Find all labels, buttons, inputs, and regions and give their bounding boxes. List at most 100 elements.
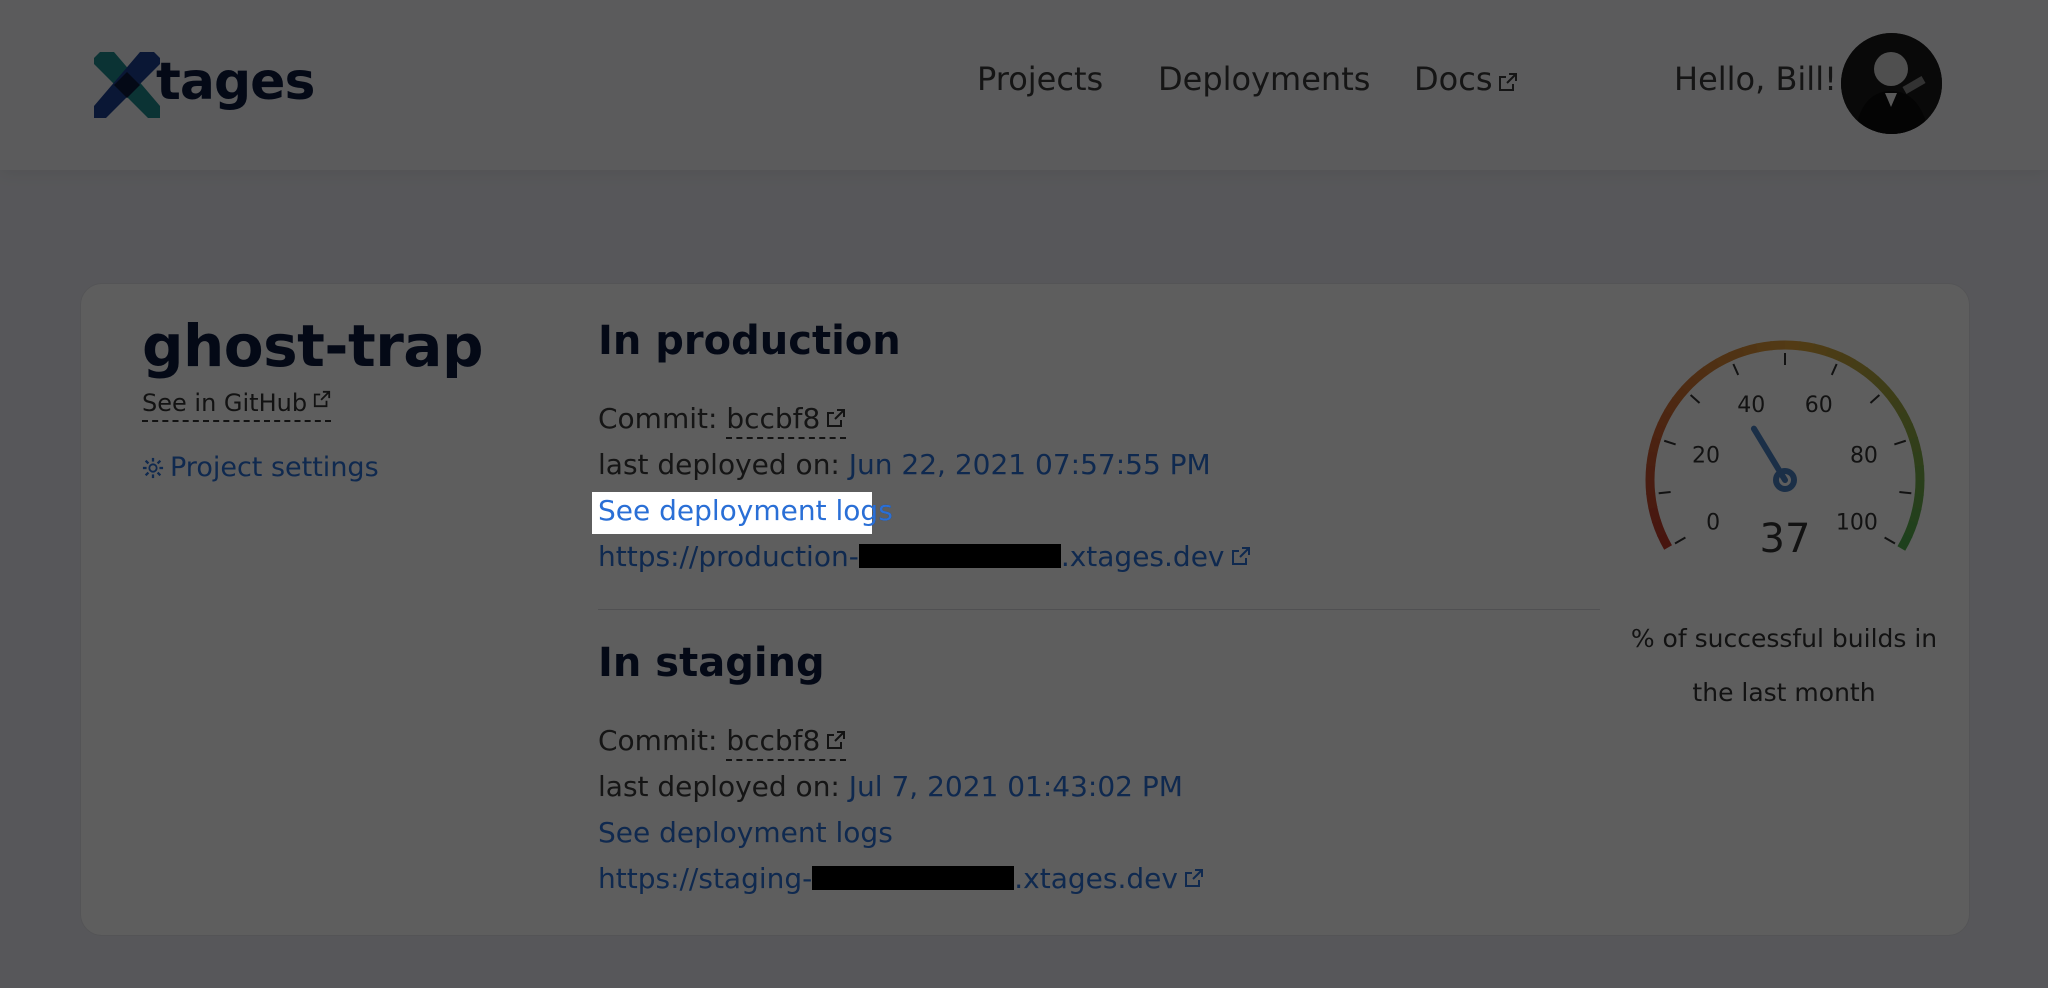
gauge-arc-segment xyxy=(1755,341,1773,353)
avatar-photo xyxy=(1841,33,1942,134)
xtages-logo[interactable]: tages xyxy=(92,48,315,122)
gauge-arc-segment xyxy=(1904,423,1919,441)
gauge-arc-segment xyxy=(1657,409,1673,427)
gauge-tick xyxy=(1663,439,1676,446)
gauge-tick xyxy=(1689,394,1701,404)
gauge-tick-label: 80 xyxy=(1850,443,1878,468)
gauge-tick xyxy=(1658,491,1671,495)
staging-title: In staging xyxy=(598,640,825,686)
gauge-arc-segment xyxy=(1648,505,1661,524)
highlighted-logs-link[interactable]: See deployment logs xyxy=(592,492,893,534)
external-link-icon xyxy=(313,390,331,408)
gauge-arc-segment xyxy=(1838,352,1856,368)
redacted-block xyxy=(858,544,1061,568)
gauge-arc-segment xyxy=(1652,422,1667,440)
external-link-icon xyxy=(1184,869,1203,887)
production-deployed-date: Jun 22, 2021 07:57:55 PM xyxy=(848,448,1211,481)
production-deployed-row: last deployed on: Jun 22, 2021 07:57:55 … xyxy=(598,448,1211,481)
gauge-arc-segment xyxy=(1890,398,1907,416)
gauge-arc-segment xyxy=(1728,346,1746,361)
nav-deployments[interactable]: Deployments xyxy=(1158,60,1370,98)
gauge-arc-segment xyxy=(1908,507,1922,525)
gauge-arc-segment xyxy=(1664,397,1681,415)
gauge-arc-segment xyxy=(1872,376,1890,394)
gauge-tick-label: 20 xyxy=(1692,443,1720,468)
commit-label: Commit: xyxy=(598,724,718,757)
external-link-icon xyxy=(827,409,846,427)
top-header: tages Projects Deployments Docs Hello, B… xyxy=(0,0,2048,170)
gauge-arc-segment xyxy=(1648,435,1662,453)
user-avatar[interactable] xyxy=(1841,33,1942,134)
redacted-block xyxy=(812,866,1015,890)
gauge-arc-segment xyxy=(1897,410,1913,429)
production-url-prefix: https://production- xyxy=(598,540,859,573)
gauge-tick xyxy=(1674,536,1686,545)
commit-label: Commit: xyxy=(598,402,718,435)
gauge-tick xyxy=(1899,491,1912,495)
gauge-arc-segment xyxy=(1903,520,1918,538)
gauge-arc-segment xyxy=(1770,340,1787,351)
gauge-arc-segment xyxy=(1646,492,1658,510)
staging-url-link[interactable]: https://staging- .xtages.dev xyxy=(598,862,1204,895)
github-link-label: See in GitHub xyxy=(142,389,308,417)
gauge-tick-label: 100 xyxy=(1836,511,1878,536)
production-commit-row: Commit: bccbf8 xyxy=(598,402,847,439)
gauge-caption: % of successful builds in the last month xyxy=(1622,612,1946,720)
nav-docs[interactable]: Docs xyxy=(1414,60,1518,98)
gauge-arc-segment xyxy=(1681,375,1699,393)
staging-deployed-row: last deployed on: Jul 7, 2021 01:43:02 P… xyxy=(598,770,1183,803)
staging-logs-link[interactable]: See deployment logs xyxy=(598,816,893,849)
gauge-arc-segment xyxy=(1909,436,1922,455)
gauge-arc-segment xyxy=(1672,385,1689,404)
staging-deployed-date: Jul 7, 2021 01:43:02 PM xyxy=(848,770,1183,803)
production-url-link[interactable]: https://production- .xtages.dev xyxy=(598,540,1251,573)
nav-docs-label: Docs xyxy=(1414,60,1493,98)
staging-url-suffix: .xtages.dev xyxy=(1014,862,1178,895)
project-name: ghost-trap xyxy=(142,312,483,380)
gauge-caption-line1: % of successful builds in xyxy=(1630,624,1938,653)
gauge-arc-segment xyxy=(1912,493,1924,511)
gauge-tick xyxy=(1894,439,1907,446)
gauge-arc-segment xyxy=(1657,531,1673,550)
user-greeting: Hello, Bill! xyxy=(1674,60,1837,98)
staging-commit-link[interactable]: bccbf8 xyxy=(726,724,847,761)
gauge-arc-segment xyxy=(1741,343,1760,356)
gauge-arc-segment xyxy=(1812,343,1830,357)
highlighted-logs-label: See deployment logs xyxy=(598,494,893,527)
external-link-icon xyxy=(827,731,846,749)
gauge-arc-segment xyxy=(1861,367,1880,384)
gear-icon xyxy=(142,457,164,478)
gauge-arc-segment xyxy=(1912,450,1924,468)
production-url-suffix: .xtages.dev xyxy=(1060,540,1225,573)
gauge-arc-segment xyxy=(1645,464,1656,481)
nav-projects[interactable]: Projects xyxy=(977,60,1103,98)
project-settings-link[interactable]: Project settings xyxy=(142,452,379,483)
section-divider xyxy=(598,609,1600,610)
gauge-tick xyxy=(1732,363,1740,376)
gauge-arc-segment xyxy=(1881,386,1899,405)
xtages-logo-mark xyxy=(94,52,160,118)
gauge-arc-segment xyxy=(1703,358,1721,375)
gauge-caption-line2: the last month xyxy=(1692,678,1876,707)
external-link-icon xyxy=(1499,73,1518,91)
github-link[interactable]: See in GitHub xyxy=(142,388,332,422)
gauge-arc-segment xyxy=(1914,465,1925,482)
production-title: In production xyxy=(598,318,901,364)
gauge-tick-label: 40 xyxy=(1737,393,1765,418)
gauge-labels: 0 20 40 60 80 100 xyxy=(1692,393,1878,535)
gauge-arc-segment xyxy=(1645,478,1656,495)
project-settings-label: Project settings xyxy=(170,452,379,483)
gauge-arc-segment xyxy=(1897,533,1913,551)
gauge-tick xyxy=(1884,536,1896,545)
deployed-label: last deployed on: xyxy=(598,448,840,481)
gauge-arc-segment xyxy=(1646,449,1658,467)
commit-sha: bccbf8 xyxy=(726,402,821,435)
gauge-arc-segment xyxy=(1914,479,1925,496)
commit-sha: bccbf8 xyxy=(726,724,821,757)
gauge-tick-label: 0 xyxy=(1706,511,1720,536)
production-commit-link[interactable]: bccbf8 xyxy=(726,402,847,439)
logo-text: tages xyxy=(156,52,315,112)
deployed-label: last deployed on: xyxy=(598,770,840,803)
external-link-icon xyxy=(1231,547,1250,565)
gauge-tick xyxy=(1830,363,1838,376)
